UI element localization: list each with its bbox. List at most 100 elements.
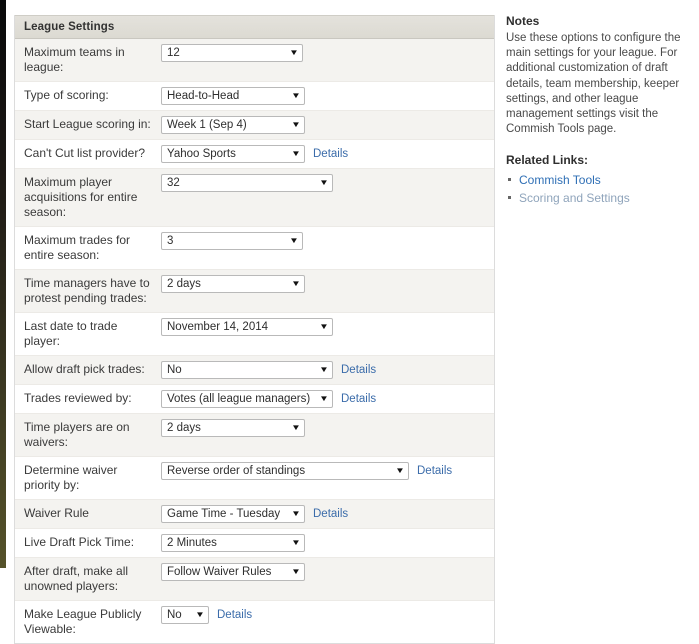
- settings-row: Make League Publicly Viewable: No ▼ Details: [15, 601, 494, 643]
- setting-select[interactable]: 12 ▼: [161, 44, 303, 62]
- league-settings-panel: League Settings Maximum teams in league:…: [14, 15, 495, 644]
- related-link[interactable]: Scoring and Settings: [519, 191, 630, 205]
- settings-row: After draft, make all unowned players: Fo…: [15, 558, 494, 601]
- setting-control-cell: No ▼ Details: [161, 356, 494, 384]
- setting-select-value: 32: [167, 177, 180, 189]
- settings-row: Maximum player acquisitions for entire s…: [15, 169, 494, 227]
- setting-select[interactable]: No ▼: [161, 361, 333, 379]
- related-link[interactable]: Commish Tools: [519, 173, 601, 187]
- notes-sidebar: Notes Use these options to configure the…: [506, 14, 691, 207]
- details-link[interactable]: Details: [341, 393, 376, 405]
- related-links-title: Related Links:: [506, 153, 589, 168]
- setting-control-cell: Week 1 (Sep 4) ▼: [161, 111, 494, 139]
- details-link[interactable]: Details: [313, 508, 348, 520]
- setting-select-value: 2 Minutes: [167, 537, 217, 549]
- panel-title: League Settings: [15, 15, 494, 39]
- setting-select[interactable]: 3 ▼: [161, 232, 303, 250]
- settings-row: Can't Cut list provider? Yahoo Sports ▼ Det…: [15, 140, 494, 169]
- setting-select-value: 12: [167, 47, 180, 59]
- setting-select[interactable]: Votes (all league managers) ▼: [161, 390, 333, 408]
- setting-control-cell: Votes (all league managers) ▼ Details: [161, 385, 494, 413]
- setting-select-value: No: [167, 609, 182, 621]
- setting-select[interactable]: 2 days ▼: [161, 275, 305, 293]
- setting-control-cell: Game Time - Tuesday ▼ Details: [161, 500, 494, 528]
- chevron-down-icon: ▼: [291, 91, 301, 100]
- related-link-item: Commish Tools: [506, 171, 691, 189]
- setting-select-value: 2 days: [167, 278, 201, 290]
- details-link[interactable]: Details: [217, 609, 252, 621]
- setting-select[interactable]: Follow Waiver Rules ▼: [161, 563, 305, 581]
- setting-select[interactable]: 2 days ▼: [161, 419, 305, 437]
- setting-select-value: November 14, 2014: [167, 321, 269, 333]
- chevron-down-icon: ▼: [319, 178, 329, 187]
- setting-select-value: 2 days: [167, 422, 201, 434]
- settings-row: Last date to trade player: November 14, 2…: [15, 313, 494, 356]
- setting-label: Time managers have to protest pending tr…: [24, 276, 150, 305]
- setting-control-cell: Yahoo Sports ▼ Details: [161, 140, 494, 168]
- setting-label: Can't Cut list provider?: [24, 146, 146, 160]
- chevron-down-icon: ▼: [319, 365, 329, 374]
- setting-select[interactable]: No ▼: [161, 606, 209, 624]
- setting-control-cell: 2 days ▼: [161, 270, 494, 298]
- settings-row: Type of scoring: Head-to-Head ▼: [15, 82, 494, 111]
- setting-select[interactable]: Head-to-Head ▼: [161, 87, 305, 105]
- screenshot-edge-artifact: [0, 0, 6, 568]
- setting-label: Maximum teams in league:: [24, 45, 125, 74]
- chevron-down-icon: ▼: [319, 394, 329, 403]
- settings-row: Trades reviewed by: Votes (all league man…: [15, 385, 494, 414]
- setting-label: Trades reviewed by:: [24, 391, 132, 405]
- setting-label: Determine waiver priority by:: [24, 463, 118, 492]
- setting-select[interactable]: Yahoo Sports ▼: [161, 145, 305, 163]
- setting-select[interactable]: 2 Minutes ▼: [161, 534, 305, 552]
- settings-row: Live Draft Pick Time: 2 Minutes ▼: [15, 529, 494, 558]
- setting-select[interactable]: November 14, 2014 ▼: [161, 318, 333, 336]
- setting-label: Time players are on waivers:: [24, 420, 130, 449]
- related-links-list: Commish Tools Scoring and Settings: [506, 171, 691, 207]
- chevron-down-icon: ▼: [289, 236, 299, 245]
- setting-select-value: No: [167, 364, 182, 376]
- setting-select-value: Votes (all league managers): [167, 393, 311, 405]
- details-link[interactable]: Details: [417, 465, 452, 477]
- settings-row: Maximum teams in league: 12 ▼: [15, 39, 494, 82]
- setting-select[interactable]: Game Time - Tuesday ▼: [161, 505, 305, 523]
- setting-select[interactable]: 32 ▼: [161, 174, 333, 192]
- settings-row: Waiver Rule Game Time - Tuesday ▼ Details: [15, 500, 494, 529]
- chevron-down-icon: ▼: [291, 149, 301, 158]
- setting-control-cell: 32 ▼: [161, 169, 494, 197]
- settings-row: Start League scoring in: Week 1 (Sep 4) ▼: [15, 111, 494, 140]
- setting-control-cell: Head-to-Head ▼: [161, 82, 494, 110]
- setting-label: Allow draft pick trades:: [24, 362, 145, 376]
- chevron-down-icon: ▼: [291, 509, 301, 518]
- chevron-down-icon: ▼: [289, 48, 299, 57]
- setting-select-value: 3: [167, 235, 174, 247]
- setting-select-value: Follow Waiver Rules: [167, 566, 272, 578]
- setting-select[interactable]: Week 1 (Sep 4) ▼: [161, 116, 305, 134]
- setting-select[interactable]: Reverse order of standings ▼: [161, 462, 409, 480]
- setting-label: After draft, make all unowned players:: [24, 564, 129, 593]
- notes-title: Notes: [506, 14, 540, 28]
- setting-label: Maximum player acquisitions for entire s…: [24, 175, 138, 219]
- related-link-item: Scoring and Settings: [506, 189, 691, 207]
- setting-label: Start League scoring in:: [24, 117, 151, 131]
- setting-label: Live Draft Pick Time:: [24, 535, 135, 549]
- setting-select-value: Reverse order of standings: [167, 465, 306, 477]
- chevron-down-icon: ▼: [291, 423, 301, 432]
- setting-select-value: Yahoo Sports: [167, 148, 236, 160]
- chevron-down-icon: ▼: [291, 538, 301, 547]
- settings-row: Allow draft pick trades: No ▼ Details: [15, 356, 494, 385]
- chevron-down-icon: ▼: [319, 322, 329, 331]
- details-link[interactable]: Details: [341, 364, 376, 376]
- setting-control-cell: 3 ▼: [161, 227, 494, 255]
- setting-control-cell: November 14, 2014 ▼: [161, 313, 494, 341]
- notes-body: Use these options to configure the main …: [506, 32, 681, 136]
- chevron-down-icon: ▼: [291, 567, 301, 576]
- settings-row: Maximum trades for entire season: 3 ▼: [15, 227, 494, 270]
- setting-control-cell: 2 Minutes ▼: [161, 529, 494, 557]
- setting-control-cell: Follow Waiver Rules ▼: [161, 558, 494, 586]
- setting-label: Make League Publicly Viewable:: [24, 607, 142, 636]
- setting-select-value: Game Time - Tuesday: [167, 508, 281, 520]
- details-link[interactable]: Details: [313, 148, 348, 160]
- setting-label: Type of scoring:: [24, 88, 109, 102]
- settings-row-list: Maximum teams in league: 12 ▼ Type of scori…: [15, 39, 494, 643]
- chevron-down-icon: ▼: [291, 279, 301, 288]
